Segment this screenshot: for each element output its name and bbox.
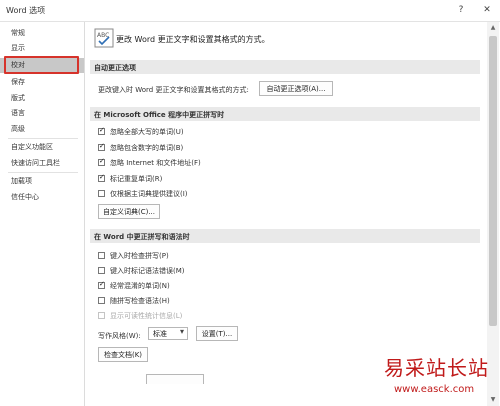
option-label: 经常混淆的单词(N) [110,282,170,290]
watermark-title: 易采站长站 [384,356,489,380]
option-ignore-internet-addresses[interactable]: 忽略 Internet 和文件地址(F) [98,157,298,169]
sidebar-divider [8,138,78,139]
sidebar-item-trust-center[interactable]: 信任中心 [0,190,84,205]
option-flag-repeated-words[interactable]: 标记重复单词(R) [98,173,298,185]
site-watermark: 易采站长站 www.easck.com [384,352,498,406]
sidebar-item-layout[interactable]: 版式 [0,91,84,106]
option-label: 显示可读性统计信息(L) [110,312,183,320]
sidebar-item-quick-access-toolbar[interactable]: 快速访问工具栏 [0,156,84,171]
section-header-autocorrect: 自动更正选项 [90,60,480,74]
sidebar-divider [8,172,78,173]
autocorrect-options-button[interactable]: 自动更正选项(A)... [259,81,333,96]
option-label: 键入时标记语法错误(M) [110,267,185,275]
vertical-scrollbar[interactable]: ▲ ▼ [487,22,499,406]
option-check-grammar-with-spelling[interactable]: 随拼写检查语法(H) [98,295,298,307]
option-ignore-numbers[interactable]: 忽略包含数字的单词(B) [98,142,298,154]
sidebar-item-display[interactable]: 显示 [0,41,84,56]
section-header-word-spelling: 在 Word 中更正拼写和语法时 [90,229,480,243]
option-label: 标记重复单词(R) [110,175,163,183]
option-mark-grammar-errors[interactable]: 键入时标记语法错误(M) [98,265,298,277]
watermark-url: www.easck.com [394,384,475,395]
close-button[interactable]: ✕ [474,1,500,19]
option-label: 忽略 Internet 和文件地址(F) [110,159,201,167]
option-ignore-uppercase[interactable]: 忽略全部大写的单词(U) [98,126,298,138]
cutoff-button [146,374,204,384]
abc-proofing-icon: ABC [94,28,114,48]
option-main-dictionary-only[interactable]: 仅根据主词典提供建议(I) [98,188,298,200]
checkbox[interactable] [98,173,105,182]
checkbox[interactable] [98,190,105,197]
checkbox[interactable] [98,267,105,274]
checkbox[interactable] [98,142,105,151]
option-label: 仅根据主词典提供建议(I) [110,190,188,198]
writing-style-select[interactable]: 标准 ▾ [148,327,188,340]
sidebar-item-general[interactable]: 常规 [0,26,84,41]
title-bar: Word 选项 ? ✕ [0,0,500,22]
sidebar-item-add-ins[interactable]: 加载项 [0,174,84,189]
sidebar-item-customize-ribbon[interactable]: 自定义功能区 [0,140,84,155]
option-check-spelling-as-you-type[interactable]: 键入时检查拼写(P) [98,250,298,262]
checkbox[interactable] [98,252,105,259]
sidebar: 常规 显示 校对 保存 版式 语言 高级 自定义功能区 快速访问工具栏 加载项 … [0,22,85,406]
custom-dictionaries-button[interactable]: 自定义词典(C)... [98,204,160,219]
autocorrect-description: 更改键入时 Word 更正文字和设置其格式的方式: [98,86,249,94]
sidebar-item-advanced[interactable]: 高级 [0,122,84,137]
window-title: Word 选项 [6,6,46,15]
sidebar-item-save[interactable]: 保存 [0,75,84,90]
sidebar-item-language[interactable]: 语言 [0,106,84,121]
checkbox[interactable] [98,126,105,135]
grammar-settings-button[interactable]: 设置(T)... [196,326,238,341]
word-options-dialog: Word 选项 ? ✕ 常规 显示 校对 保存 版式 语言 高级 自定义功能区 … [0,0,500,406]
section-title: 在 Word 中更正拼写和语法时 [94,233,190,241]
checkbox[interactable] [98,297,105,304]
annotation-highlight-box [4,56,79,74]
option-label: 随拼写检查语法(H) [110,297,170,305]
scrollbar-thumb[interactable] [489,36,497,326]
option-label: 忽略全部大写的单词(U) [110,128,184,136]
checkbox[interactable] [98,157,105,166]
option-label: 键入时检查拼写(P) [110,252,169,260]
section-title: 自动更正选项 [94,64,136,72]
option-readability-statistics: 显示可读性统计信息(L) [98,310,298,322]
scroll-up-arrow-icon[interactable]: ▲ [487,22,499,34]
checkbox [98,312,105,319]
option-label: 忽略包含数字的单词(B) [110,144,184,152]
proofing-panel: ABC 更改 Word 更正文字和设置其格式的方式。 自动更正选项 更改键入时 … [86,22,486,406]
writing-style-label: 写作风格(W): [98,332,141,340]
page-description: 更改 Word 更正文字和设置其格式的方式。 [116,35,270,44]
section-header-office-spelling: 在 Microsoft Office 程序中更正拼写时 [90,107,480,121]
section-title: 在 Microsoft Office 程序中更正拼写时 [94,111,225,119]
help-button[interactable]: ? [448,1,474,19]
checkbox[interactable] [98,280,105,289]
check-document-button[interactable]: 检查文档(K) [98,347,148,362]
writing-style-value: 标准 [153,330,167,338]
chevron-down-icon: ▾ [179,327,184,336]
option-confused-words[interactable]: 经常混淆的单词(N) [98,280,298,292]
